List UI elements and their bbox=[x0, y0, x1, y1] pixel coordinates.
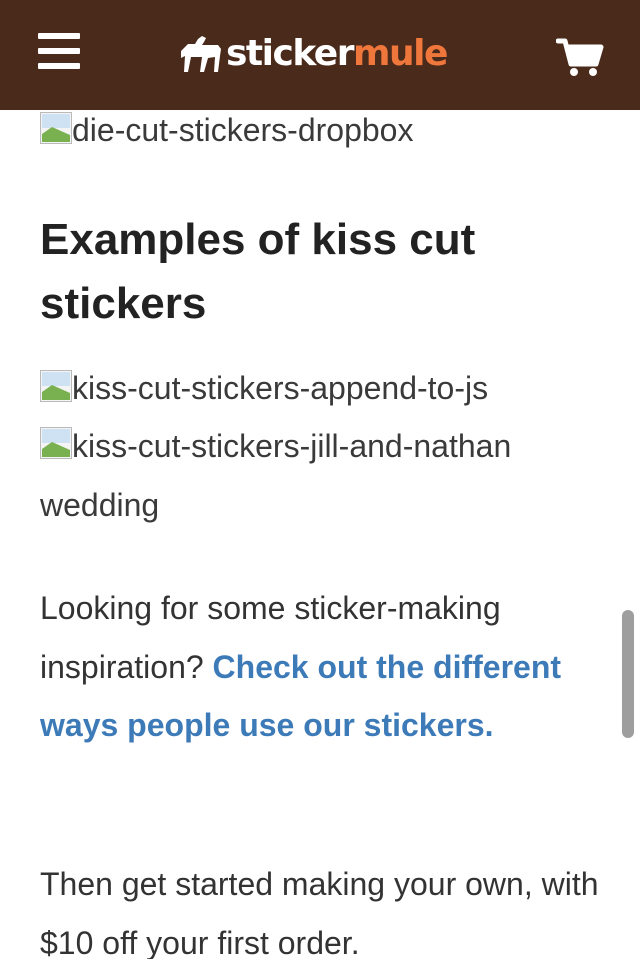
sticker-mule-logo[interactable]: stickermule bbox=[178, 26, 448, 82]
broken-image-icon bbox=[40, 112, 72, 144]
broken-image-icon bbox=[40, 370, 72, 402]
logo-text: stickermule bbox=[226, 33, 448, 74]
site-header: stickermule bbox=[0, 0, 640, 110]
broken-image-icon bbox=[40, 427, 72, 459]
cta-paragraph: Then get started making your own, with $… bbox=[40, 866, 599, 959]
shopping-cart-icon[interactable] bbox=[555, 36, 604, 78]
logo-word-sticker: sticker bbox=[226, 33, 354, 74]
image-alt-text: kiss-cut-stickers-jill-and-nathan weddin… bbox=[40, 428, 512, 523]
logo-word-mule: mule bbox=[352, 33, 448, 74]
image-die-cut-stickers-dropbox: die-cut-stickers-dropbox bbox=[40, 112, 414, 148]
image-kiss-cut-append-to-js: kiss-cut-stickers-append-to-js bbox=[40, 370, 489, 406]
image-alt-text: die-cut-stickers-dropbox bbox=[72, 112, 414, 148]
section-heading: Examples of kiss cut stickers bbox=[40, 215, 476, 328]
image-alt-text: kiss-cut-stickers-append-to-js bbox=[72, 370, 489, 406]
inspiration-paragraph: Looking for some sticker-making inspirat… bbox=[40, 579, 600, 755]
page-scrollbar[interactable] bbox=[622, 610, 634, 738]
hamburger-menu-icon[interactable] bbox=[38, 33, 82, 73]
mule-icon bbox=[181, 36, 221, 72]
image-kiss-cut-jill-and-nathan: kiss-cut-stickers-jill-and-nathan weddin… bbox=[40, 417, 600, 534]
